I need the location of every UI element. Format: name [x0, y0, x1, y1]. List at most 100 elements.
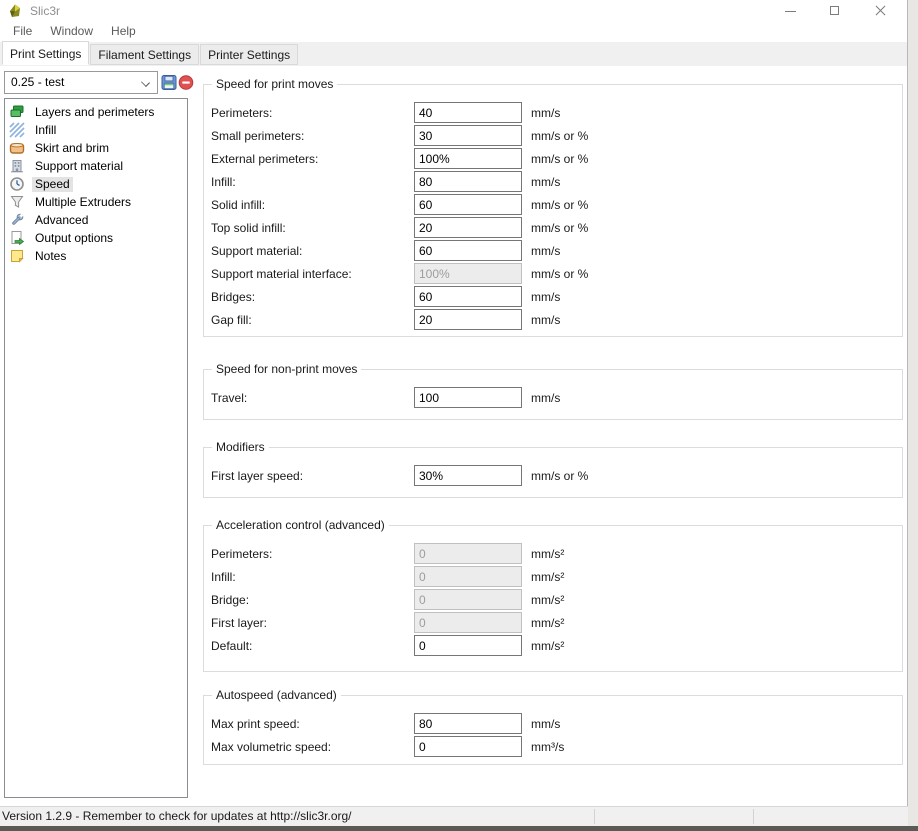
infill-icon	[9, 122, 25, 138]
field-label: Small perimeters:	[211, 129, 304, 143]
field-label: Infill:	[211, 175, 236, 189]
solid-infill-input[interactable]	[414, 194, 522, 215]
field-label: Perimeters:	[211, 106, 272, 120]
unit-label: mm/s	[531, 290, 560, 304]
field-label: Top solid infill:	[211, 221, 286, 235]
menu-help[interactable]: Help	[102, 22, 145, 42]
output-icon	[9, 230, 25, 246]
field-label: First layer speed:	[211, 469, 303, 483]
field-label: Solid infill:	[211, 198, 265, 212]
unit-label: mm/s²	[531, 570, 564, 584]
notes-icon	[9, 248, 25, 264]
first-layer-speed-input[interactable]	[414, 465, 522, 486]
unit-label: mm/s²	[531, 547, 564, 561]
statusbar-text: Version 1.2.9 - Remember to check for up…	[2, 809, 352, 823]
bridges-input[interactable]	[414, 286, 522, 307]
unit-label: mm/s	[531, 106, 560, 120]
group-speed-for-non-print-moves: Speed for non-print movesTravel:mm/s	[203, 369, 903, 420]
form-row: Gap fill: mm/s	[204, 309, 902, 330]
sidebar-item-layers-and-perimeters[interactable]: Layers and perimeters	[5, 103, 187, 121]
statusbar: Version 1.2.9 - Remember to check for up…	[0, 806, 918, 826]
form-row: Max volumetric speed: mm³/s	[204, 736, 902, 757]
window-title: Slic3r	[30, 4, 60, 18]
sidebar-item-multiple-extruders[interactable]: Multiple Extruders	[5, 193, 187, 211]
gap-fill-input[interactable]	[414, 309, 522, 330]
sidebar-item-advanced[interactable]: Advanced	[5, 211, 187, 229]
form-row: Support material:mm/s	[204, 240, 902, 261]
field-label: Bridges:	[211, 290, 255, 304]
unit-label: mm/s	[531, 175, 560, 189]
field-label: Perimeters:	[211, 547, 272, 561]
chevron-down-icon	[141, 78, 150, 87]
field-label: Gap fill:	[211, 313, 252, 327]
perimeters-input[interactable]	[414, 102, 522, 123]
form-row: Small perimeters:mm/s or %	[204, 125, 902, 146]
support-icon	[9, 158, 25, 174]
default-input[interactable]	[414, 635, 522, 656]
small-perimeters-input[interactable]	[414, 125, 522, 146]
unit-label: mm/s²	[531, 639, 564, 653]
field-label: Support material interface:	[211, 267, 352, 281]
sidebar-item-output-options[interactable]: Output options	[5, 229, 187, 247]
unit-label: mm/s or %	[531, 198, 588, 212]
app-logo-icon	[7, 3, 23, 19]
layers-icon	[9, 104, 25, 120]
sidebar-list: Layers and perimeters InfillSkirt and bri…	[4, 98, 188, 798]
field-label: External perimeters:	[211, 152, 318, 166]
menu-file[interactable]: File	[4, 22, 41, 42]
sidebar-item-notes[interactable]: Notes	[5, 247, 187, 265]
unit-label: mm/s	[531, 391, 560, 405]
field-label: First layer:	[211, 616, 267, 630]
form-row: Max print speed: mm/s	[204, 713, 902, 734]
tab-filament-settings[interactable]: Filament Settings	[90, 44, 199, 65]
app-window: Slic3r File Window Help Print Settings F…	[0, 0, 908, 826]
settings-panel: Speed for print moves Perimeters: mm/s Smal…	[203, 0, 903, 800]
form-row: Top solid infill:mm/s or %	[204, 217, 902, 238]
field-label: Max print speed:	[211, 717, 300, 731]
field-label: Bridge:	[211, 593, 249, 607]
unit-label: mm³/s	[531, 740, 564, 754]
field-label: Max volumetric speed:	[211, 740, 331, 754]
preset-dropdown[interactable]: 0.25 - test	[4, 71, 158, 94]
form-row: First layer:mm/s²	[204, 612, 902, 633]
external-perimeters-input[interactable]	[414, 148, 522, 169]
taskbar-edge	[0, 826, 918, 831]
sidebar-item-label: Support material	[32, 159, 126, 174]
unit-label: mm/s or %	[531, 267, 588, 281]
group-autospeed-advanced: Autospeed (advanced)Max print speed:mm/s…	[203, 695, 903, 765]
form-row: Support material interface: mm/s or %	[204, 263, 902, 284]
form-row: Infill: mm/s²	[204, 566, 902, 587]
sidebar-item-skirt-and-brim[interactable]: Skirt and brim	[5, 139, 187, 157]
group-title: Speed for non-print moves	[212, 362, 361, 376]
menu-window[interactable]: Window	[41, 22, 102, 42]
group-title: Speed for print moves	[212, 77, 337, 91]
max-volumetric-speed-input[interactable]	[414, 736, 522, 757]
save-preset-button[interactable]	[161, 72, 178, 92]
bridge-input	[414, 589, 522, 610]
form-row: Perimeters: mm/s²	[204, 543, 902, 564]
infill-input	[414, 566, 522, 587]
max-print-speed-input[interactable]	[414, 713, 522, 734]
top-solid-infill-input[interactable]	[414, 217, 522, 238]
sidebar-item-label: Output options	[32, 231, 116, 246]
infill-input[interactable]	[414, 171, 522, 192]
sidebar-item-speed[interactable]: Speed	[5, 175, 187, 193]
form-row: Perimeters: mm/s	[204, 102, 902, 123]
advanced-icon	[9, 212, 25, 228]
unit-label: mm/s or %	[531, 469, 588, 483]
unit-label: mm/s	[531, 717, 560, 731]
field-label: Infill:	[211, 570, 236, 584]
extruders-icon	[9, 194, 25, 210]
support-material-input[interactable]	[414, 240, 522, 261]
tab-print-settings[interactable]: Print Settings	[2, 41, 89, 65]
sidebar-item-label: Layers and perimeters	[32, 105, 157, 120]
statusbar-divider	[594, 809, 595, 824]
sidebar-item-infill[interactable]: Infill	[5, 121, 187, 139]
sidebar-item-label: Advanced	[32, 213, 91, 228]
sidebar-item-label: Infill	[32, 123, 59, 138]
field-label: Default:	[211, 639, 252, 653]
travel-input[interactable]	[414, 387, 522, 408]
delete-preset-button[interactable]	[178, 72, 195, 92]
sidebar-item-support-material[interactable]: Support material	[5, 157, 187, 175]
unit-label: mm/s	[531, 313, 560, 327]
